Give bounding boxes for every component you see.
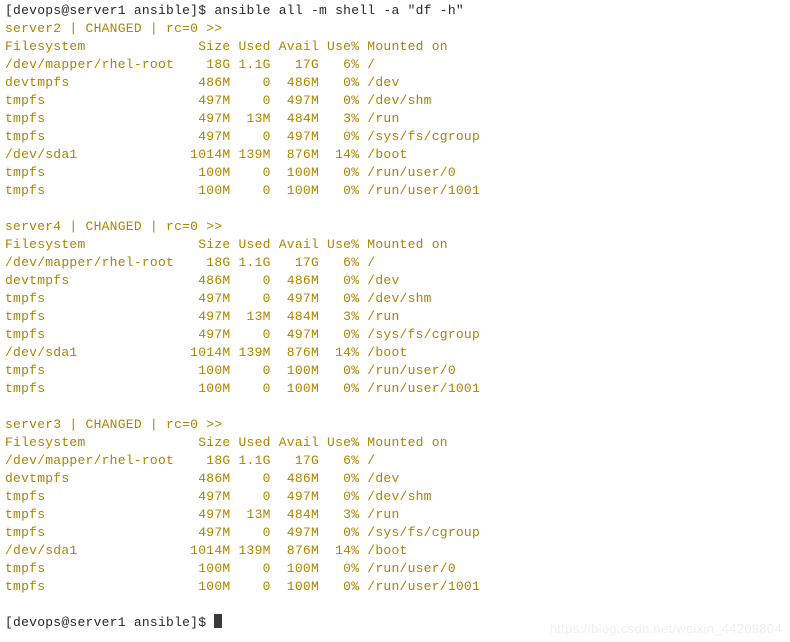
df-row: tmpfs 100M 0 100M 0% /run/user/1001 <box>5 381 481 396</box>
df-row: tmpfs 100M 0 100M 0% /run/user/1001 <box>5 183 481 198</box>
watermark: https://blog.csdn.net/weixin_44209804 <box>549 621 782 636</box>
terminal-output: [devops@server1 ansible]$ ansible all -m… <box>0 0 790 632</box>
df-row: tmpfs 497M 13M 484M 3% /run <box>5 309 400 324</box>
df-row: /dev/mapper/rhel-root 18G 1.1G 17G 6% / <box>5 453 376 468</box>
df-row: tmpfs 497M 0 497M 0% /dev/shm <box>5 489 432 504</box>
df-row: tmpfs 497M 13M 484M 3% /run <box>5 111 400 126</box>
df-row: tmpfs 497M 0 497M 0% /sys/fs/cgroup <box>5 129 481 144</box>
shell-prompt: [devops@server1 ansible]$ <box>5 615 215 630</box>
df-row: tmpfs 100M 0 100M 0% /run/user/0 <box>5 561 456 576</box>
command-line: [devops@server1 ansible]$ ansible all -m… <box>5 3 464 18</box>
df-row: devtmpfs 486M 0 486M 0% /dev <box>5 273 400 288</box>
df-row: tmpfs 497M 0 497M 0% /sys/fs/cgroup <box>5 525 481 540</box>
df-header-server4: Filesystem Size Used Avail Use% Mounted … <box>5 237 448 252</box>
df-row: /dev/mapper/rhel-root 18G 1.1G 17G 6% / <box>5 255 376 270</box>
df-row: /dev/sda1 1014M 139M 876M 14% /boot <box>5 147 408 162</box>
df-row: tmpfs 100M 0 100M 0% /run/user/1001 <box>5 579 481 594</box>
df-row: tmpfs 497M 0 497M 0% /dev/shm <box>5 93 432 108</box>
df-row: devtmpfs 486M 0 486M 0% /dev <box>5 471 400 486</box>
host-status-server2: server2 | CHANGED | rc=0 >> <box>5 21 223 36</box>
terminal-window[interactable]: [devops@server1 ansible]$ ansible all -m… <box>0 0 790 642</box>
host-status-server4: server4 | CHANGED | rc=0 >> <box>5 219 223 234</box>
df-header-server3: Filesystem Size Used Avail Use% Mounted … <box>5 435 448 450</box>
df-row: tmpfs 497M 13M 484M 3% /run <box>5 507 400 522</box>
df-row: /dev/sda1 1014M 139M 876M 14% /boot <box>5 345 408 360</box>
df-header-server2: Filesystem Size Used Avail Use% Mounted … <box>5 39 448 54</box>
df-row: /dev/mapper/rhel-root 18G 1.1G 17G 6% / <box>5 57 376 72</box>
text-cursor <box>214 614 223 628</box>
df-row: tmpfs 100M 0 100M 0% /run/user/0 <box>5 363 456 378</box>
df-row: tmpfs 497M 0 497M 0% /sys/fs/cgroup <box>5 327 481 342</box>
df-row: /dev/sda1 1014M 139M 876M 14% /boot <box>5 543 408 558</box>
df-row: devtmpfs 486M 0 486M 0% /dev <box>5 75 400 90</box>
df-row: tmpfs 100M 0 100M 0% /run/user/0 <box>5 165 456 180</box>
df-row: tmpfs 497M 0 497M 0% /dev/shm <box>5 291 432 306</box>
host-status-server3: server3 | CHANGED | rc=0 >> <box>5 417 223 432</box>
